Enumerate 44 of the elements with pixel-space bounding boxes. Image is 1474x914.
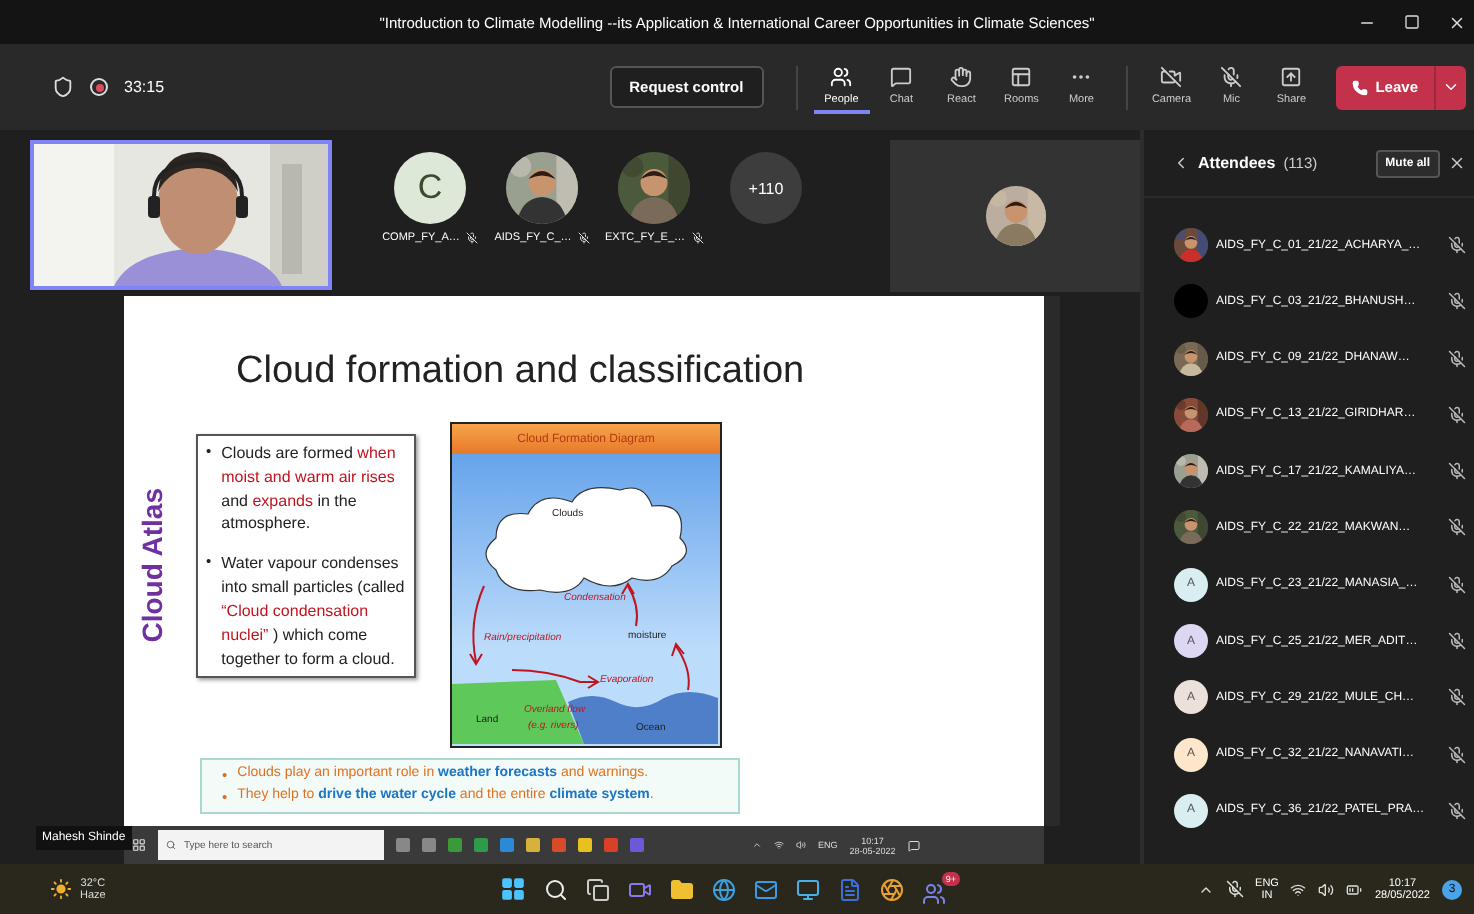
- folder-icon[interactable]: [670, 877, 694, 901]
- avatar: C: [394, 152, 466, 224]
- panel-title: Attendees: [1198, 154, 1276, 172]
- start-icon[interactable]: [132, 838, 146, 852]
- slide-title: Cloud formation and classification: [236, 350, 805, 394]
- bullet-text: Clouds are formed when moist and warm air rises and expands in the atmosphere.: [221, 442, 398, 537]
- bullet-text: Water vapour condenses into small particles (called “Cloud condensation nuclei” ) which come together to form a cloud.: [221, 552, 406, 671]
- slide-side-title: Cloud Atlas: [136, 488, 168, 643]
- people-icon[interactable]: [830, 65, 853, 87]
- hand-icon[interactable]: [950, 65, 973, 87]
- notification-icon[interactable]: [907, 839, 920, 851]
- more-participants[interactable]: +110: [730, 152, 802, 224]
- wifi-icon[interactable]: [774, 840, 784, 850]
- phone-icon[interactable]: [1351, 79, 1368, 95]
- back-icon[interactable]: [1172, 154, 1190, 172]
- chat-icon[interactable]: [890, 65, 913, 87]
- arrow: [511, 669, 600, 689]
- close-icon[interactable]: [1448, 13, 1466, 31]
- video-chat-icon[interactable]: [628, 877, 652, 901]
- mail-icon[interactable]: [754, 877, 778, 901]
- speaker-icon[interactable]: [1318, 881, 1335, 897]
- wifi-icon[interactable]: [1290, 881, 1307, 897]
- camera-off-icon[interactable]: [1160, 65, 1183, 87]
- caret-icon[interactable]: [1442, 78, 1460, 96]
- task-view-icon[interactable]: [586, 877, 610, 901]
- document-icon[interactable]: [838, 877, 862, 901]
- arrow: [469, 585, 485, 666]
- share-icon[interactable]: [1280, 65, 1303, 87]
- battery-icon[interactable]: [1346, 881, 1363, 897]
- mic-off-icon[interactable]: [1225, 880, 1244, 898]
- sun-icon[interactable]: [50, 878, 72, 900]
- speaker-icon[interactable]: [796, 840, 806, 850]
- meeting-timer: 33:15: [124, 78, 165, 96]
- rooms-icon[interactable]: [1010, 65, 1033, 87]
- start-icon[interactable]: [500, 876, 526, 902]
- arrow: [671, 641, 690, 691]
- close-icon[interactable]: [1448, 154, 1466, 172]
- shield-icon: [52, 76, 74, 98]
- mic-off-icon[interactable]: [1220, 65, 1243, 87]
- maximize-icon[interactable]: [1404, 14, 1420, 30]
- land-drawing: [452, 680, 584, 744]
- search-icon[interactable]: [544, 877, 568, 901]
- monitor-icon[interactable]: [796, 877, 820, 901]
- search-icon: [166, 840, 176, 850]
